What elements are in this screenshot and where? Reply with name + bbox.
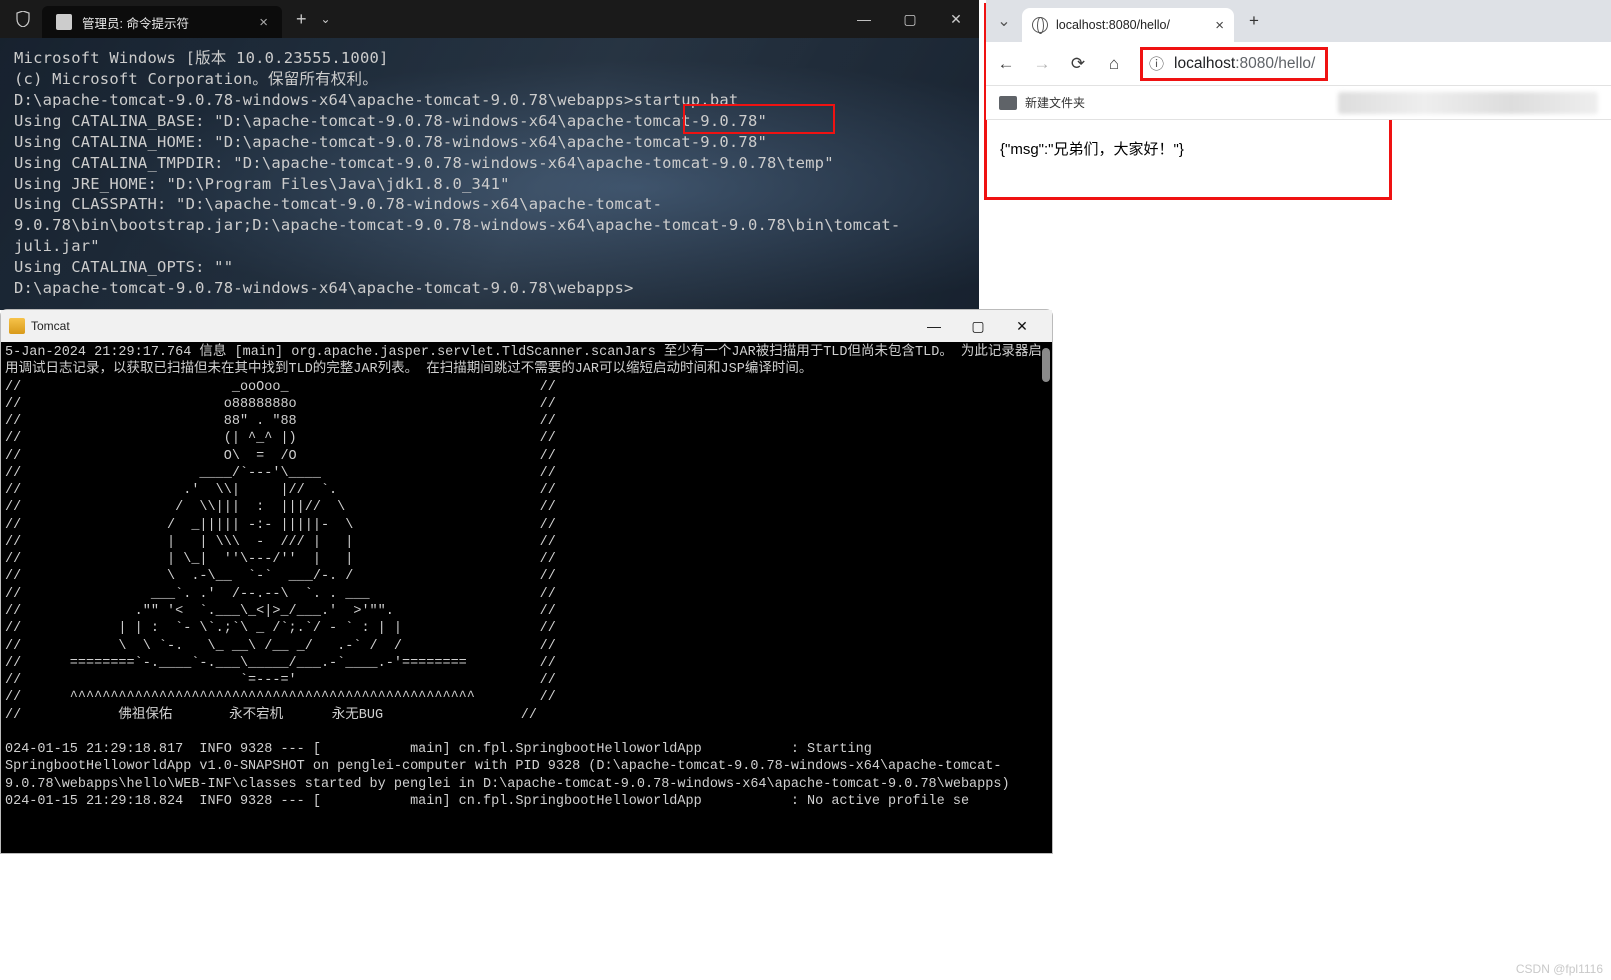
url-text[interactable]: localhost:8080/hello/ [1174, 55, 1315, 73]
tomcat-window: Tomcat — ▢ ✕ 5-Jan-2024 21:29:17.764 信息 … [0, 309, 1053, 854]
minimize-button[interactable]: — [912, 311, 956, 341]
cmd-tab[interactable]: 管理员: 命令提示符 × [42, 6, 282, 38]
blurred-bookmarks [1338, 92, 1598, 114]
tomcat-titlebar[interactable]: Tomcat — ▢ ✕ [1, 310, 1052, 342]
close-button[interactable]: ✕ [1000, 311, 1044, 341]
minimize-button[interactable]: — [841, 0, 887, 38]
maximize-button[interactable]: ▢ [956, 311, 1000, 341]
tomcat-output[interactable]: 5-Jan-2024 21:29:17.764 信息 [main] org.ap… [1, 342, 1052, 853]
reload-button[interactable]: ⟳ [1068, 54, 1088, 74]
globe-icon [1032, 17, 1048, 33]
tomcat-title: Tomcat [31, 319, 912, 333]
chevron-down-icon[interactable]: ⌄ [321, 12, 331, 26]
folder-icon [999, 96, 1017, 110]
chevron-down-icon[interactable]: ⌄ [992, 9, 1016, 33]
bookmarks-bar: 新建文件夹 [986, 86, 1611, 120]
new-tab-button[interactable]: + [1240, 7, 1268, 35]
new-tab-button[interactable]: + [282, 9, 321, 30]
close-icon[interactable]: × [1215, 17, 1224, 34]
scrollbar[interactable] [1042, 348, 1050, 382]
cmd-tab-title: 管理员: 命令提示符 [82, 13, 249, 32]
cmd-line: Using JRE_HOME: "D:\Program Files\Java\j… [14, 174, 965, 195]
log-line: 024-01-15 21:29:18.824 INFO 9328 --- [ m… [5, 793, 1048, 810]
ascii-art: // _ooOoo_ // // o8888888o // // 88" . "… [5, 379, 1048, 724]
shield-icon [10, 6, 36, 32]
page-content: {"msg":"兄弟们，大家好！"} [986, 120, 1611, 177]
watermark: CSDN @fpl1116 [1516, 962, 1603, 976]
close-icon[interactable]: × [259, 14, 268, 31]
forward-button[interactable]: → [1032, 54, 1052, 74]
cmd-titlebar[interactable]: 管理员: 命令提示符 × + ⌄ — ▢ ✕ [0, 0, 979, 38]
browser-toolbar: ← → ⟳ ⌂ ⓘ localhost:8080/hello/ [986, 42, 1611, 86]
terminal-icon [56, 14, 72, 30]
browser-tabstrip: ⌄ localhost:8080/hello/ × + [986, 0, 1611, 42]
highlight-startup-bat [683, 104, 835, 134]
cmd-line: Using CLASSPATH: "D:\apache-tomcat-9.0.7… [14, 194, 965, 257]
cmd-window: 管理员: 命令提示符 × + ⌄ — ▢ ✕ Microsoft Windows… [0, 0, 979, 310]
cmd-line: (c) Microsoft Corporation。保留所有权利。 [14, 69, 965, 90]
cmd-line: Using CATALINA_OPTS: "" [14, 257, 965, 278]
site-info-icon[interactable]: ⓘ [1149, 53, 1164, 74]
back-button[interactable]: ← [996, 54, 1016, 74]
browser-window: ⌄ localhost:8080/hello/ × + ← → ⟳ ⌂ ⓘ lo… [986, 0, 1611, 177]
cmd-line: D:\apache-tomcat-9.0.78-windows-x64\apac… [14, 278, 965, 299]
cmd-line: Using CATALINA_HOME: "D:\apache-tomcat-9… [14, 132, 965, 153]
cmd-line: Microsoft Windows [版本 10.0.23555.1000] [14, 48, 965, 69]
log-line: 5-Jan-2024 21:29:17.764 信息 [main] org.ap… [5, 344, 1048, 379]
maximize-button[interactable]: ▢ [887, 0, 933, 38]
browser-tab[interactable]: localhost:8080/hello/ × [1022, 8, 1234, 42]
java-icon [9, 318, 25, 334]
cmd-output[interactable]: Microsoft Windows [版本 10.0.23555.1000] (… [0, 38, 979, 310]
tab-title: localhost:8080/hello/ [1056, 18, 1207, 32]
cmd-line: Using CATALINA_TMPDIR: "D:\apache-tomcat… [14, 153, 965, 174]
home-button[interactable]: ⌂ [1104, 54, 1124, 74]
close-button[interactable]: ✕ [933, 0, 979, 38]
log-line: 024-01-15 21:29:18.817 INFO 9328 --- [ m… [5, 741, 1048, 793]
bookmark-item[interactable]: 新建文件夹 [1025, 94, 1085, 111]
highlight-url: ⓘ localhost:8080/hello/ [1140, 47, 1328, 81]
